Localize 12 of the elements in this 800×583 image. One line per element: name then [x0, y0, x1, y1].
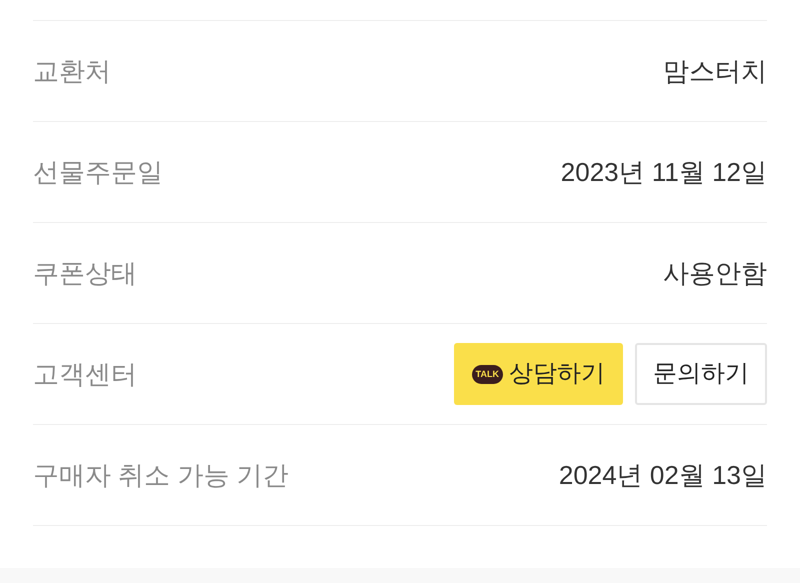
- row-label: 선물주문일: [33, 156, 163, 188]
- row-value: 사용안함: [663, 256, 767, 290]
- inquiry-button[interactable]: 문의하기: [635, 343, 767, 405]
- talk-badge: TALK: [472, 364, 503, 384]
- row-label: 고객센터: [33, 358, 137, 390]
- row-value: 맘스터치: [663, 54, 767, 88]
- row-value: 2023년 11월 12일: [560, 156, 767, 188]
- row-label: 교환처: [33, 54, 111, 88]
- chat-button[interactable]: TALK 상담하기: [454, 343, 623, 405]
- row-label: 구매자 취소 가능 기간: [33, 458, 289, 492]
- row-value: 2024년 02월 13일: [558, 458, 767, 492]
- row-label: 쿠폰상태: [33, 256, 137, 290]
